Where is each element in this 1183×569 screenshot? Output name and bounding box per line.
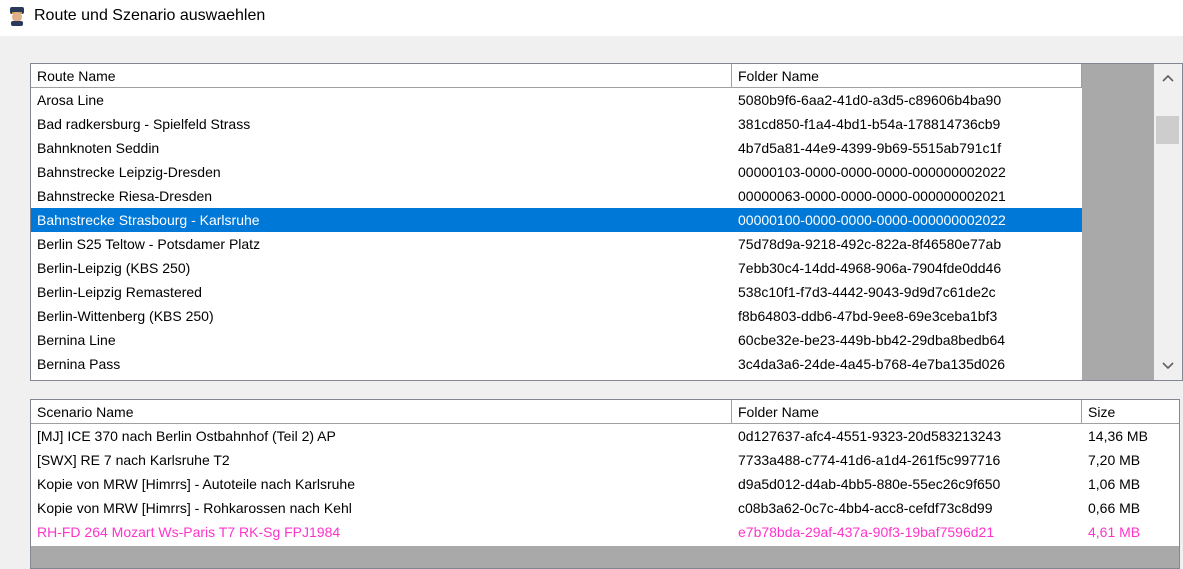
scenario-row[interactable]: [SWX] RE 7 nach Karlsruhe T2 7733a488-c77… <box>31 448 1179 472</box>
column-header-scenario-folder-name[interactable]: Folder Name <box>732 400 1082 424</box>
column-header-folder-name[interactable]: Folder Name <box>732 64 1082 88</box>
route-name-cell: Bahnstrecke Leipzig-Dresden <box>37 164 221 180</box>
route-row[interactable]: Bad radkersburg - Spielfeld Strass 381cd8… <box>31 112 1082 136</box>
scenario-row[interactable]: RH-FD 264 Mozart Ws-Paris T7 RK-Sg FPJ19… <box>31 520 1179 544</box>
route-folder-cell: 00000100-0000-0000-0000-000000002022 <box>738 212 1006 228</box>
scrollbar-thumb[interactable] <box>1156 116 1179 144</box>
route-name-cell: Bernina Pass <box>37 356 121 372</box>
scenario-folder-cell: 7733a488-c774-41d6-a1d4-261f5c997716 <box>738 452 1001 468</box>
scenario-folder-cell: d9a5d012-d4ab-4bb5-880e-55ec26c9f650 <box>738 476 1001 492</box>
route-name-cell: Bahnstrecke Strasbourg - Karlsruhe <box>37 212 260 228</box>
scenario-name-cell: [MJ] ICE 370 nach Berlin Ostbahnhof (Tei… <box>37 428 336 444</box>
route-list-empty-area <box>1082 64 1154 380</box>
scenario-size-cell: 0,66 MB <box>1088 500 1141 516</box>
route-row[interactable]: Bernina Line 60cbe32e-be23-449b-bb42-29db… <box>31 328 1082 352</box>
window-title: Route und Szenario auswaehlen <box>34 7 266 24</box>
column-header-route-name[interactable]: Route Name <box>31 64 732 88</box>
route-row[interactable]: Bahnstrecke Strasbourg - Karlsruhe 000001… <box>31 208 1082 232</box>
chevron-up-icon[interactable] <box>1160 70 1176 86</box>
route-name-cell: Berlin S25 Teltow - Potsdamer Platz <box>37 236 261 252</box>
route-folder-cell: 381cd850-f1a4-4bd1-b54a-178814736cb9 <box>738 116 1001 132</box>
chevron-down-icon[interactable] <box>1160 358 1176 374</box>
scenario-folder-cell: e7b78bda-29af-437a-90f3-19baf7596d21 <box>738 524 995 540</box>
route-name-cell: Bad radkersburg - Spielfeld Strass <box>37 116 251 132</box>
route-name-cell: Bahnknoten Seddin <box>37 140 160 156</box>
scenario-row[interactable]: Kopie von MRW [Himrrs] - Autoteile nach … <box>31 472 1179 496</box>
route-folder-cell: 60cbe32e-be23-449b-bb42-29dba8bedb64 <box>738 332 1006 348</box>
scenario-folder-cell: 0d127637-afc4-4551-9323-20d583213243 <box>738 428 1002 444</box>
title-bar: Route und Szenario auswaehlen <box>0 0 1183 36</box>
scenario-list[interactable]: Scenario Name Folder Name Size [MJ] ICE … <box>30 399 1180 569</box>
route-row[interactable]: Arosa Line 5080b9f6-6aa2-41d0-a3d5-c89606… <box>31 88 1082 112</box>
route-folder-cell: 7ebb30c4-14dd-4968-906a-7904fde0dd46 <box>738 260 1002 276</box>
route-name-cell: Arosa Line <box>37 92 104 108</box>
scenario-size-cell: 14,36 MB <box>1088 428 1148 444</box>
scenario-size-cell: 7,20 MB <box>1088 452 1141 468</box>
route-list[interactable]: Route Name Folder Name Arosa Line 5080b9f… <box>30 63 1183 381</box>
route-folder-cell: 00000063-0000-0000-0000-000000002021 <box>738 188 1006 204</box>
route-row[interactable]: Berlin-Wittenberg (KBS 250) f8b64803-ddb6… <box>31 304 1082 328</box>
route-row[interactable]: Berlin-Leipzig (KBS 250) 7ebb30c4-14dd-49… <box>31 256 1082 280</box>
route-name-cell: Berlin-Wittenberg (KBS 250) <box>37 308 214 324</box>
route-row[interactable]: Bahnstrecke Leipzig-Dresden 00000103-0000… <box>31 160 1082 184</box>
route-folder-cell: 4b7d5a81-44e9-4399-9b69-5515ab791c1f <box>738 140 1002 156</box>
scenario-row[interactable]: Kopie von MRW [Himrrs] - Rohkarossen nac… <box>31 496 1179 520</box>
route-folder-cell: 3c4da3a6-24de-4a45-b768-4e7ba135d026 <box>738 356 1006 372</box>
route-folder-cell: 5080b9f6-6aa2-41d0-a3d5-c89606b4ba90 <box>738 92 1002 108</box>
scenario-list-empty-area <box>31 546 1179 568</box>
route-row[interactable]: Bahnknoten Seddin 4b7d5a81-44e9-4399-9b69… <box>31 136 1082 160</box>
route-folder-cell: f8b64803-ddb6-47bd-9ee8-69e3ceba1bf3 <box>738 308 998 324</box>
route-row[interactable]: Berlin S25 Teltow - Potsdamer Platz 75d78… <box>31 232 1082 256</box>
route-folder-cell: 00000103-0000-0000-0000-000000002022 <box>738 164 1006 180</box>
route-folder-cell: 75d78d9a-9218-492c-822a-8f46580e77ab <box>738 236 1002 252</box>
column-header-size[interactable]: Size <box>1082 400 1179 424</box>
scenario-name-cell: [SWX] RE 7 nach Karlsruhe T2 <box>37 452 230 468</box>
scenario-size-cell: 1,06 MB <box>1088 476 1141 492</box>
scenario-row[interactable]: [MJ] ICE 370 nach Berlin Ostbahnhof (Tei… <box>31 424 1179 448</box>
scenario-size-cell: 4,61 MB <box>1088 524 1141 540</box>
scenario-name-cell: Kopie von MRW [Himrrs] - Autoteile nach … <box>37 476 355 492</box>
route-row[interactable]: Berlin-Leipzig Remastered 538c10f1-f7d3-4… <box>31 280 1082 304</box>
route-name-cell: Berlin-Leipzig (KBS 250) <box>37 260 191 276</box>
route-name-cell: Bernina Line <box>37 332 116 348</box>
route-name-cell: Bahnstrecke Riesa-Dresden <box>37 188 213 204</box>
train-driver-icon <box>8 6 26 26</box>
route-name-cell: Berlin-Leipzig Remastered <box>37 284 202 300</box>
route-row[interactable]: Bahnstrecke Riesa-Dresden 00000063-0000-0… <box>31 184 1082 208</box>
column-header-scenario-name[interactable]: Scenario Name <box>31 400 732 424</box>
route-row[interactable]: Bernina Pass 3c4da3a6-24de-4a45-b768-4e7b… <box>31 352 1082 376</box>
scenario-folder-cell: c08b3a62-0c7c-4bb4-acc8-cefdf73c8d99 <box>738 500 993 516</box>
route-folder-cell: 538c10f1-f7d3-4442-9043-9d9d7c61de2c <box>738 284 996 300</box>
route-list-scrollbar[interactable] <box>1154 64 1182 380</box>
scenario-name-cell: Kopie von MRW [Himrrs] - Rohkarossen nac… <box>37 500 352 516</box>
scenario-name-cell: RH-FD 264 Mozart Ws-Paris T7 RK-Sg FPJ19… <box>37 524 341 540</box>
